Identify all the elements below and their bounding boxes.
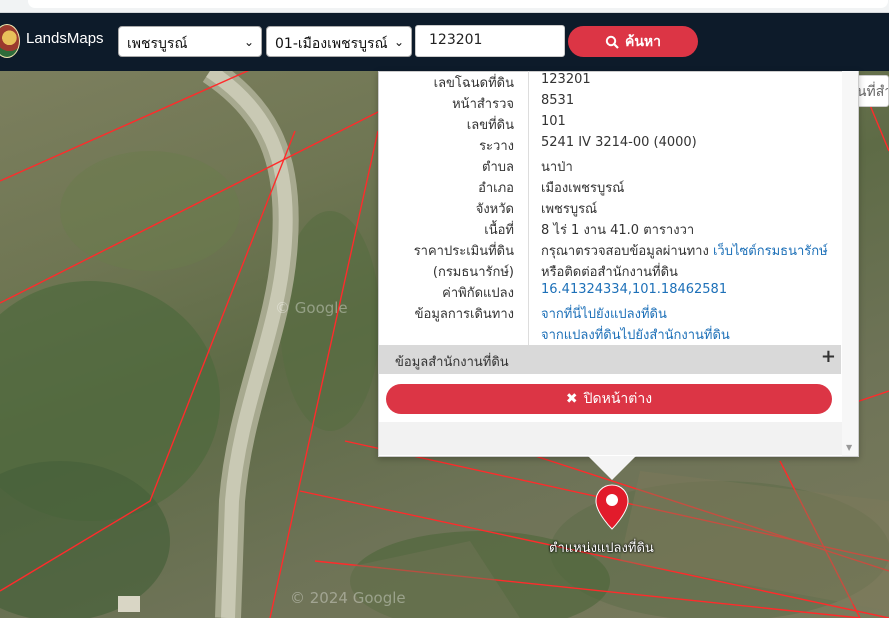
map-pin-icon[interactable] <box>594 483 630 531</box>
popup-pointer <box>588 456 636 480</box>
search-button[interactable]: ค้นหา <box>568 26 698 57</box>
row-label: จังหวัด <box>475 202 514 217</box>
route-to-office-link[interactable]: จากแปลงที่ดินไปยังสำนักงานที่ดิน <box>541 324 730 345</box>
treasury-website-link[interactable]: เว็บไซต์กรมธนารักษ์ <box>713 244 828 259</box>
row-value: หรือติดต่อสำนักงานที่ดิน <box>541 265 678 280</box>
province-select[interactable]: เพชรบูรณ์ ⌄ <box>118 26 262 57</box>
app-header: LandsMaps เพชรบูรณ์ ⌄ 01-เมืองเพชรบูรณ์ … <box>0 13 889 71</box>
address-bar[interactable] <box>28 0 888 8</box>
row-label: ตำบล <box>482 160 514 175</box>
row-value: 8 ไร่ 1 งาน 41.0 ตารางวา <box>541 223 695 238</box>
popup-footer <box>379 422 842 455</box>
info-row-tambon: ตำบล นาป่า <box>378 154 841 175</box>
chevron-down-icon: ⌄ <box>243 35 254 49</box>
map-watermark: © Google <box>275 299 348 317</box>
marker-label: ตำแหน่งแปลงที่ดิน <box>549 541 654 556</box>
amphoe-select-value: 01-เมืองเพชรบูรณ์ <box>275 36 388 52</box>
amphoe-select[interactable]: 01-เมืองเพชรบูรณ์ ⌄ <box>266 26 412 57</box>
browser-address-strip <box>0 0 889 13</box>
close-button-label: ปิดหน้าต่าง <box>583 391 653 407</box>
info-row-coordinates: ค่าพิกัดแปลง 16.41324334,101.18462581 <box>378 280 841 301</box>
chevron-down-icon: ⌄ <box>393 35 404 49</box>
deed-number-input[interactable]: 123201 <box>415 25 565 57</box>
route-to-parcel-link[interactable]: จากที่นี่ไปยังแปลงที่ดิน <box>541 303 667 324</box>
price-text: กรุณาตรวจสอบข้อมูลผ่านทาง <box>541 244 709 259</box>
row-value: นาป่า <box>541 160 573 175</box>
row-label: (กรมธนารักษ์) <box>432 265 514 280</box>
row-label: เลขที่ดิน <box>466 118 514 133</box>
info-row-route: ข้อมูลการเดินทาง จากที่นี่ไปยังแปลงที่ดิน <box>378 301 841 322</box>
info-row-treasury: (กรมธนารักษ์) หรือติดต่อสำนักงานที่ดิน <box>378 259 841 280</box>
info-row-land-no: เลขที่ดิน 101 <box>378 112 841 133</box>
row-label: ข้อมูลการเดินทาง <box>414 307 514 322</box>
info-row-route-2: จากแปลงที่ดินไปยังสำนักงานที่ดิน <box>378 322 841 343</box>
scroll-down-arrow-icon[interactable]: ▼ <box>846 443 852 452</box>
row-label: อำเภอ <box>478 181 514 196</box>
search-icon <box>605 35 619 49</box>
row-value: เมืองเพชรบูรณ์ <box>541 181 625 196</box>
info-row-deed: เลขโฉนดที่ดิน 123201 <box>378 70 841 91</box>
province-select-value: เพชรบูรณ์ <box>127 36 188 52</box>
row-label: ระวาง <box>479 139 514 154</box>
row-value: เพชรบูรณ์ <box>541 202 598 217</box>
row-value: กรุณาตรวจสอบข้อมูลผ่านทาง เว็บไซต์กรมธนา… <box>541 240 828 261</box>
app-title: LandsMaps <box>26 30 104 47</box>
row-value: 8531 <box>541 93 575 108</box>
coordinates-link[interactable]: 16.41324334,101.18462581 <box>541 282 727 297</box>
map-watermark: © 2024 Google <box>290 589 406 607</box>
info-row-area: เนื้อที่ 8 ไร่ 1 งาน 41.0 ตารางวา <box>378 217 841 238</box>
row-value: 101 <box>541 114 566 129</box>
land-office-section-toggle[interactable]: ข้อมูลสำนักงานที่ดิน + <box>379 345 841 374</box>
info-row-survey: หน้าสำรวจ 8531 <box>378 91 841 112</box>
row-label: ค่าพิกัดแปลง <box>442 286 514 301</box>
landsmaps-logo-icon[interactable] <box>0 24 20 58</box>
close-window-button[interactable]: ✖ ปิดหน้าต่าง <box>386 384 832 414</box>
info-row-sheet: ระวาง 5241 IV 3214-00 (4000) <box>378 133 841 154</box>
info-row-province: จังหวัด เพชรบูรณ์ <box>378 196 841 217</box>
row-label: ราคาประเมินที่ดิน <box>413 244 514 259</box>
row-value: 5241 IV 3214-00 (4000) <box>541 135 697 150</box>
info-row-amphoe: อำเภอ เมืองเพชรบูรณ์ <box>378 175 841 196</box>
row-label: เนื้อที่ <box>484 223 514 238</box>
row-value: 123201 <box>541 72 591 87</box>
close-icon: ✖ <box>565 391 578 407</box>
row-label: เลขโฉนดที่ดิน <box>433 76 514 91</box>
info-row-price: ราคาประเมินที่ดิน กรุณาตรวจสอบข้อมูลผ่านท… <box>378 238 841 259</box>
row-label: หน้าสำรวจ <box>452 97 514 112</box>
section-title: ข้อมูลสำนักงานที่ดิน <box>395 355 509 370</box>
plus-icon[interactable]: + <box>821 346 836 367</box>
popup-scrollbar[interactable]: ▼ <box>842 71 858 456</box>
search-button-label: ค้นหา <box>624 33 662 50</box>
